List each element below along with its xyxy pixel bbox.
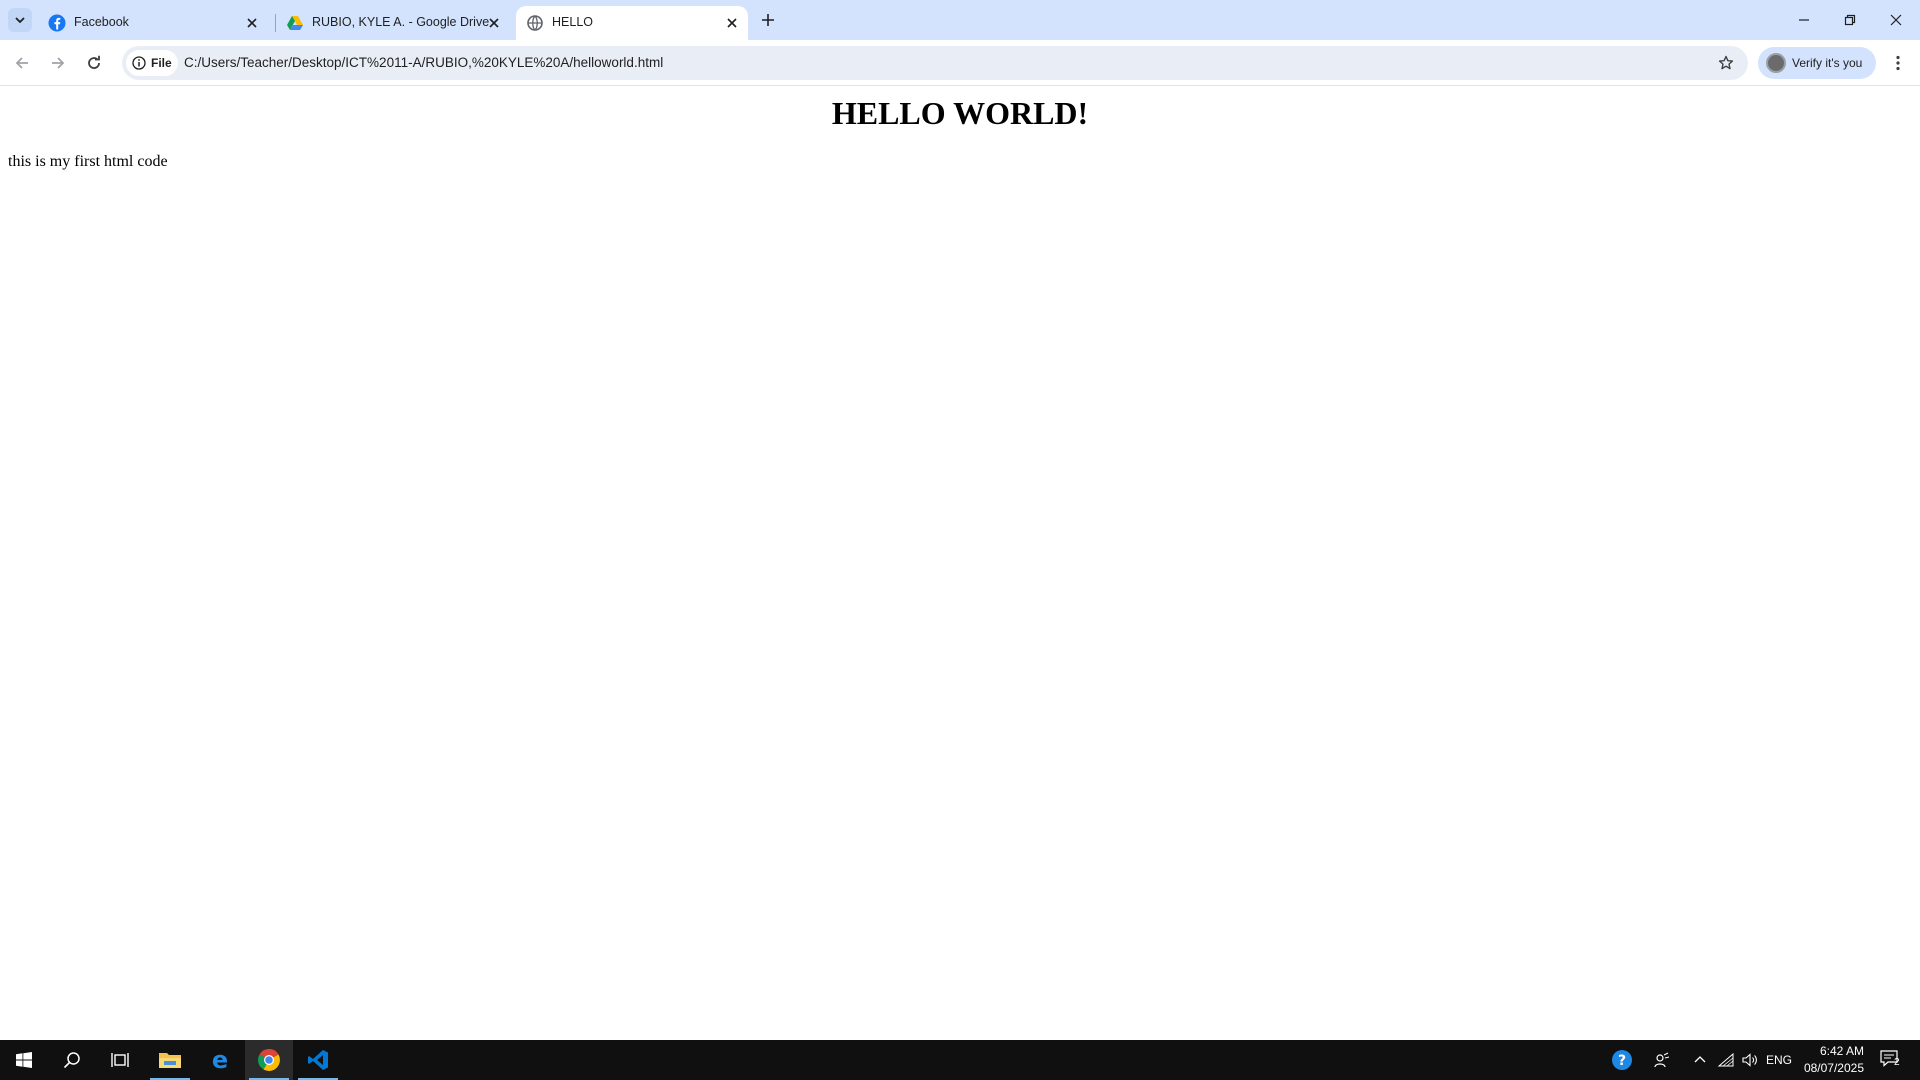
profile-label: Verify it's you <box>1792 56 1863 70</box>
facebook-icon <box>48 14 66 32</box>
task-view-icon <box>111 1053 129 1067</box>
svg-text:e: e <box>212 1049 228 1071</box>
volume-icon <box>1742 1053 1757 1067</box>
address-bar[interactable]: File C:/Users/Teacher/Desktop/ICT%2011-A… <box>122 46 1748 80</box>
close-window-button[interactable] <box>1876 4 1916 36</box>
start-button[interactable] <box>0 1040 48 1080</box>
taskbar-edge[interactable]: e <box>196 1040 244 1080</box>
taskbar-chrome[interactable] <box>245 1040 293 1080</box>
reload-icon <box>88 55 100 69</box>
taskbar-clock[interactable]: 6:42 AM 08/07/2025 <box>1800 1043 1864 1077</box>
tab-google-drive[interactable]: RUBIO, KYLE A. - Google Drive <box>276 6 508 40</box>
google-drive-icon <box>287 16 303 30</box>
taskbar-vscode[interactable] <box>294 1040 342 1080</box>
clock-date: 08/07/2025 <box>1803 1061 1864 1075</box>
tab-facebook[interactable]: Facebook <box>38 6 270 40</box>
tab-close-button[interactable] <box>242 13 262 33</box>
chrome-icon <box>258 1049 280 1071</box>
tab-title: RUBIO, KYLE A. - Google Drive <box>312 15 490 29</box>
task-view-button[interactable] <box>96 1040 144 1080</box>
site-info-label: File <box>151 56 172 70</box>
new-tab-button[interactable] <box>756 8 780 32</box>
arrow-right-icon <box>52 57 65 69</box>
help-tray-button[interactable]: ? <box>1606 1040 1638 1080</box>
tab-title: Facebook <box>74 15 129 29</box>
taskbar: e ? ENG 6:42 AM 08/07/2025 2 <box>0 1040 1920 1080</box>
show-hidden-icons-button[interactable] <box>1688 1040 1712 1080</box>
search-icon <box>63 1052 80 1069</box>
browser-menu-button[interactable] <box>1886 51 1910 75</box>
network-tray-button[interactable] <box>1714 1040 1738 1080</box>
taskbar-file-explorer[interactable] <box>146 1040 194 1080</box>
tab-title: HELLO <box>552 15 593 29</box>
restore-icon <box>1844 14 1856 26</box>
page-content: HELLO WORLD! this is my first html code <box>0 87 1920 1039</box>
globe-icon <box>527 15 543 31</box>
profile-button[interactable]: Verify it's you <box>1758 47 1876 79</box>
vscode-icon <box>308 1050 328 1070</box>
tab-close-button[interactable] <box>484 13 504 33</box>
close-icon <box>727 18 737 28</box>
edge-icon: e <box>212 1049 228 1071</box>
close-icon <box>1890 14 1902 26</box>
page-heading: HELLO WORLD! <box>831 95 1089 131</box>
star-icon <box>1718 55 1734 70</box>
forward-button[interactable] <box>44 49 72 77</box>
volume-tray-button[interactable] <box>1738 1040 1762 1080</box>
close-icon <box>489 18 499 28</box>
clock-time: 6:42 AM <box>1819 1044 1864 1058</box>
tab-hello[interactable]: HELLO <box>516 6 748 40</box>
plus-icon <box>762 14 774 26</box>
back-button[interactable] <box>8 49 36 77</box>
chevron-up-icon <box>1694 1056 1706 1063</box>
chevron-down-icon <box>15 17 25 24</box>
file-explorer-icon <box>159 1053 181 1068</box>
tab-strip: Facebook RUBIO, KYLE A. - Google Drive H… <box>0 0 1920 40</box>
tab-search-button[interactable] <box>8 8 32 32</box>
search-button[interactable] <box>48 1040 96 1080</box>
wifi-icon <box>1718 1053 1734 1067</box>
notification-count-badge: 2 <box>1894 1057 1900 1068</box>
more-vertical-icon <box>1896 55 1900 71</box>
svg-text:?: ? <box>1618 1053 1626 1069</box>
minimize-button[interactable] <box>1784 4 1824 36</box>
people-icon <box>1654 1052 1670 1068</box>
page-paragraph: this is my first html code <box>8 153 168 170</box>
bookmark-button[interactable] <box>1714 51 1738 75</box>
browser-toolbar: File C:/Users/Teacher/Desktop/ICT%2011-A… <box>0 40 1920 86</box>
help-icon: ? <box>1612 1050 1632 1070</box>
action-center-button[interactable]: 2 <box>1874 1040 1908 1080</box>
restore-button[interactable] <box>1830 4 1870 36</box>
close-icon <box>247 18 257 28</box>
arrow-left-icon <box>15 57 28 69</box>
site-info-chip[interactable]: File <box>126 50 178 76</box>
tab-close-button[interactable] <box>722 13 742 33</box>
input-language-button[interactable]: ENG <box>1764 1040 1794 1080</box>
minimize-icon <box>1799 19 1809 21</box>
avatar <box>1766 53 1786 73</box>
url-text[interactable]: C:/Users/Teacher/Desktop/ICT%2011-A/RUBI… <box>184 55 663 70</box>
windows-icon <box>16 1052 32 1068</box>
people-tray-button[interactable] <box>1648 1040 1676 1080</box>
reload-button[interactable] <box>80 49 108 77</box>
info-icon <box>132 56 146 70</box>
